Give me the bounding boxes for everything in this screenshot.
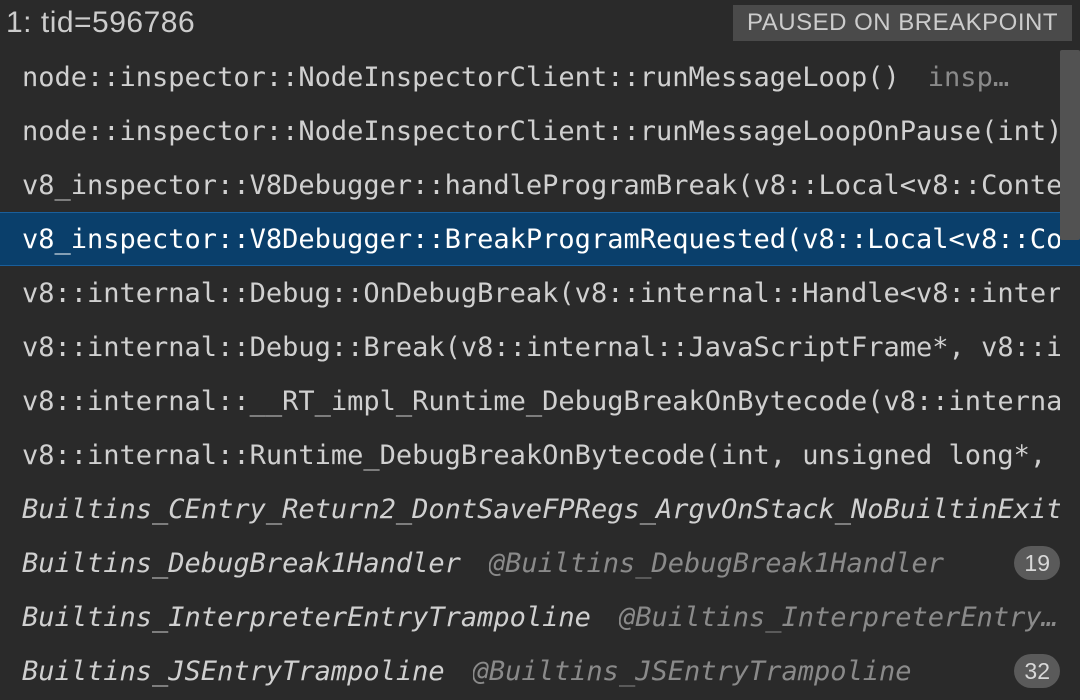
stack-frame-line-badge: 19 bbox=[1014, 546, 1060, 580]
stack-frame[interactable]: node::inspector::NodeInspectorClient::ru… bbox=[0, 50, 1080, 104]
status-badge: PAUSED ON BREAKPOINT bbox=[733, 5, 1072, 41]
stack-frame[interactable]: node::inspector::NodeInspectorClient::ru… bbox=[0, 104, 1080, 158]
call-stack-panel: 1: tid=596786 PAUSED ON BREAKPOINT node:… bbox=[0, 0, 1080, 700]
vertical-scrollbar[interactable] bbox=[1060, 50, 1080, 240]
stack-frame-label: v8_inspector::V8Debugger::handleProgramB… bbox=[22, 170, 1060, 201]
stack-frame-source: @Builtins_JSEntryTrampoline bbox=[473, 656, 912, 687]
stack-frame[interactable]: v8::internal::Runtime_DebugBreakOnByteco… bbox=[0, 428, 1080, 482]
stack-frame-label: node::inspector::NodeInspectorClient::ru… bbox=[22, 116, 1060, 147]
stack-frame-label: v8::internal::Debug::OnDebugBreak(v8::in… bbox=[22, 278, 1060, 309]
stack-frame[interactable]: v8_inspector::V8Debugger::BreakProgramRe… bbox=[0, 212, 1080, 266]
stack-frame[interactable]: v8::internal::Debug::Break(v8::internal:… bbox=[0, 320, 1080, 374]
stack-frame[interactable]: v8_inspector::V8Debugger::handleProgramB… bbox=[0, 158, 1080, 212]
stack-frame-label: v8::internal::Runtime_DebugBreakOnByteco… bbox=[22, 440, 1046, 471]
stack-frame-source: insp… bbox=[928, 62, 1009, 93]
stack-frame[interactable]: Builtins_DebugBreak1Handler @Builtins_Deb… bbox=[0, 536, 1080, 590]
stack-frame-line-badge: 32 bbox=[1014, 654, 1060, 688]
stack-frame-label: Builtins_InterpreterEntryTrampoline bbox=[22, 602, 591, 633]
stack-frame-label: v8_inspector::V8Debugger::BreakProgramRe… bbox=[22, 224, 1060, 255]
stack-frame-label: Builtins_JSEntryTrampoline bbox=[22, 656, 445, 687]
stack-frame-label: v8::internal::Debug::Break(v8::internal:… bbox=[22, 332, 1060, 363]
stack-frame-label: Builtins_CEntry_Return2_DontSaveFPRegs_A… bbox=[22, 494, 1060, 525]
stack-frame[interactable]: Builtins_JSEntryTrampoline @Builtins_JSEn… bbox=[0, 644, 1080, 698]
stack-frame-label: Builtins_DebugBreak1Handler bbox=[22, 548, 461, 579]
stack-frames-list: node::inspector::NodeInspectorClient::ru… bbox=[0, 50, 1080, 698]
stack-frame[interactable]: v8::internal::Debug::OnDebugBreak(v8::in… bbox=[0, 266, 1080, 320]
stack-frame[interactable]: Builtins_InterpreterEntryTrampoline @Buil… bbox=[0, 590, 1080, 644]
stack-frame-source: @Builtins_InterpreterEntry… bbox=[619, 602, 1058, 633]
stack-frame-label: v8::internal::__RT_impl_Runtime_DebugBre… bbox=[22, 386, 1060, 417]
stack-frame[interactable]: Builtins_CEntry_Return2_DontSaveFPRegs_A… bbox=[0, 482, 1080, 536]
stack-frame[interactable]: v8::internal::__RT_impl_Runtime_DebugBre… bbox=[0, 374, 1080, 428]
stack-frame-source: @Builtins_DebugBreak1Handler bbox=[489, 548, 944, 579]
call-stack-header: 1: tid=596786 PAUSED ON BREAKPOINT bbox=[0, 0, 1080, 50]
stack-frame-label: node::inspector::NodeInspectorClient::ru… bbox=[22, 62, 900, 93]
thread-title[interactable]: 1: tid=596786 bbox=[6, 6, 195, 40]
